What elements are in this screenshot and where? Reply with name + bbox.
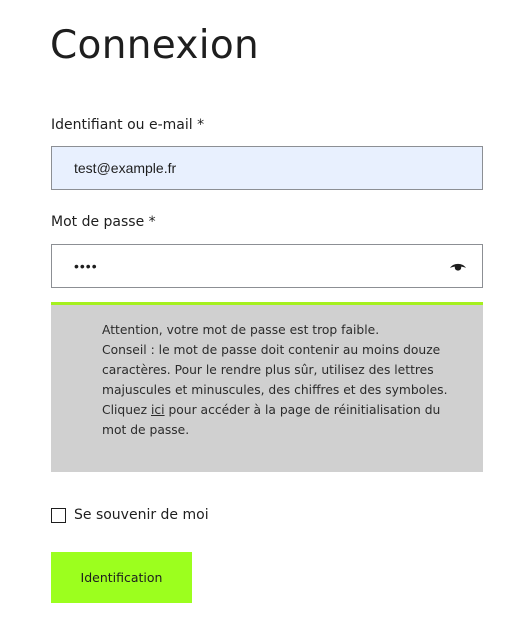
- remember-me-checkbox[interactable]: [51, 507, 66, 523]
- eye-icon[interactable]: [447, 256, 469, 276]
- notice-tip: Conseil : le mot de passe doit contenir …: [102, 343, 448, 397]
- username-input[interactable]: [51, 146, 483, 190]
- login-button[interactable]: Identification: [51, 552, 192, 603]
- remember-me-label[interactable]: Se souvenir de moi: [74, 506, 209, 524]
- notice-warning: Attention, votre mot de passe est trop f…: [102, 323, 380, 337]
- password-strength-notice: Attention, votre mot de passe est trop f…: [51, 302, 483, 472]
- notice-reset-prefix: Cliquez: [102, 403, 151, 417]
- remember-me-row[interactable]: Se souvenir de moi: [51, 506, 209, 524]
- password-label: Mot de passe *: [51, 214, 156, 230]
- username-label: Identifiant ou e-mail *: [51, 117, 205, 133]
- page-title: Connexion: [50, 23, 260, 68]
- password-input[interactable]: [51, 244, 483, 288]
- eye-icon-graphic: [450, 263, 466, 271]
- reset-password-link[interactable]: ici: [151, 403, 165, 417]
- notice-reset: Cliquez ici pour accéder à la page de ré…: [102, 400, 453, 440]
